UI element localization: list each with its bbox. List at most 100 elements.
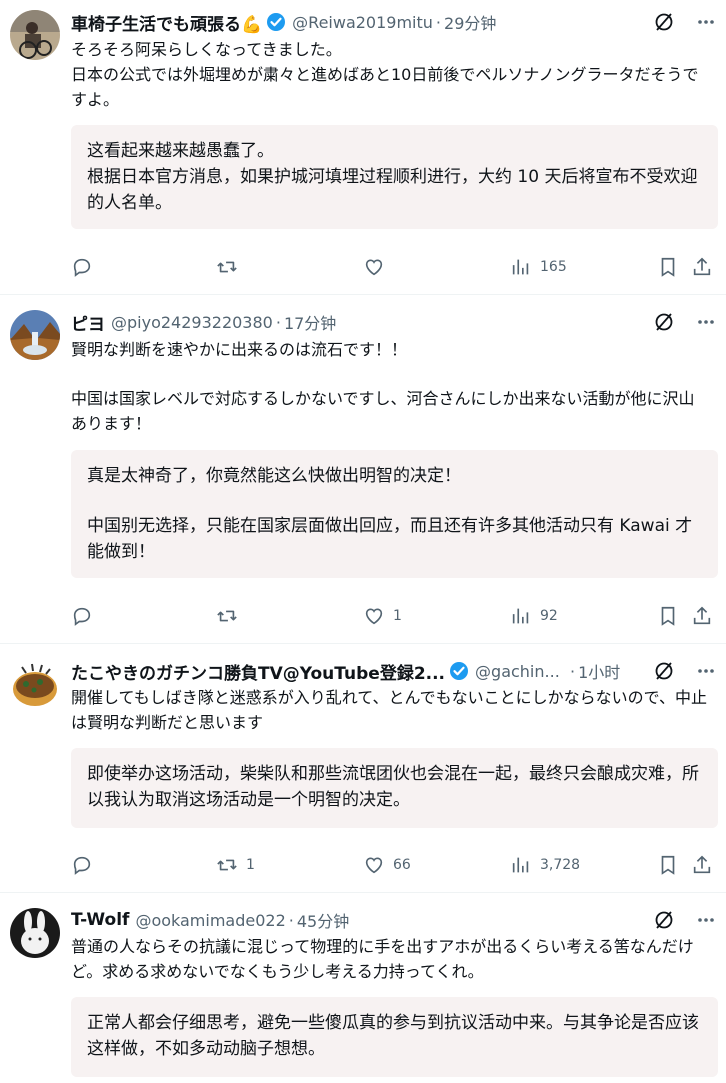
avatar[interactable] bbox=[10, 659, 60, 709]
views-count: 165 bbox=[540, 259, 567, 275]
reply-icon bbox=[73, 258, 91, 277]
more-options-icon[interactable] bbox=[696, 661, 716, 685]
separator-dot: · bbox=[275, 312, 281, 332]
author-handle[interactable]: @ookamimade022 bbox=[135, 911, 285, 930]
action-bar: 165 bbox=[71, 254, 712, 280]
retweet-icon bbox=[217, 610, 237, 622]
heart-icon bbox=[365, 857, 383, 874]
tweet-3[interactable]: たこやきのガチンコ勝負TV@YouTube登録2... @gachin... ·… bbox=[0, 644, 726, 892]
avatar[interactable] bbox=[10, 310, 60, 360]
views-count: 3,728 bbox=[540, 857, 581, 873]
tweet-text-line: そろそろ阿呆らしくなってきました。 bbox=[71, 40, 342, 59]
grok-icon[interactable] bbox=[654, 910, 674, 934]
like-count: 1 bbox=[393, 608, 402, 624]
reply-button[interactable] bbox=[71, 852, 101, 878]
timestamp[interactable]: 17分钟 bbox=[284, 310, 336, 334]
views-button[interactable]: 92 bbox=[510, 603, 558, 629]
retweet-icon bbox=[217, 859, 237, 871]
translation-line: 这看起来越来越愚蠢了。 bbox=[87, 141, 274, 161]
timestamp[interactable]: 1小时 bbox=[578, 659, 620, 683]
like-button[interactable]: 66 bbox=[363, 852, 411, 878]
tweet-text-line: 賢明な判断を速やかに出来るのは流石です！！ bbox=[71, 340, 408, 359]
translation-box: 即使举办这场活动，柴柴队和那些流氓团伙也会混在一起，最终只会酿成灾难，所以我认为… bbox=[71, 748, 718, 828]
reply-icon bbox=[73, 607, 91, 626]
share-icon bbox=[693, 257, 711, 276]
like-button[interactable] bbox=[363, 254, 393, 280]
translation-line: 正常人都会仔细思考，避免一些傻瓜真的参与到抗议活动中来。与其争论是否应该这样做，… bbox=[87, 1013, 699, 1059]
verified-badge-icon bbox=[449, 661, 469, 681]
tweet-text: 賢明な判断を速やかに出来るのは流石です！！ 中国は国家レベルで対応するしかないで… bbox=[71, 337, 710, 436]
share-button[interactable] bbox=[691, 603, 713, 629]
tweet-text: 普通の人ならその抗議に混じって物理的に手を出すアホが出るくらい考える筈なんだけど… bbox=[71, 934, 710, 984]
retweet-icon bbox=[217, 261, 237, 273]
retweet-button[interactable]: 1 bbox=[216, 852, 255, 878]
reply-button[interactable] bbox=[71, 603, 101, 629]
tweet-4[interactable]: T-Wolf @ookamimade022 · 45分钟 普通の人ならその抗議に… bbox=[0, 893, 726, 1083]
author-handle[interactable]: @gachin... bbox=[475, 662, 560, 681]
author-name[interactable]: T-Wolf bbox=[71, 910, 129, 930]
translation-line: 中国别无选择，只能在国家层面做出回应，而且还有许多其他活动只有 Kawai 才能… bbox=[87, 516, 693, 562]
tweet-2[interactable]: ピヨ @piyo24293220380 · 17分钟 賢明な判断を速やかに出来る… bbox=[0, 295, 726, 643]
bookmark-icon bbox=[661, 855, 675, 875]
timestamp[interactable]: 45分钟 bbox=[297, 908, 349, 932]
avatar[interactable] bbox=[10, 908, 60, 958]
avatar[interactable] bbox=[10, 10, 60, 60]
translation-line: 即使举办这场活动，柴柴队和那些流氓团伙也会混在一起，最终只会酿成灾难，所以我认为… bbox=[87, 764, 699, 810]
more-options-icon[interactable] bbox=[696, 312, 716, 336]
share-icon bbox=[693, 606, 711, 625]
share-icon bbox=[693, 855, 711, 874]
grok-icon[interactable] bbox=[654, 661, 674, 685]
tweet-text-line: 普通の人ならその抗議に混じって物理的に手を出すアホが出るくらい考える筈なんだけど… bbox=[71, 937, 694, 981]
tweet-text-line: 開催してもしばき隊と迷惑系が入り乱れて、とんでもないことにしかならないので、中止… bbox=[71, 688, 708, 732]
views-icon bbox=[512, 608, 529, 624]
tweet-text-line: 日本の公式では外堀埋めが粛々と進めばあと10日前後でペルソナノングラータだそうで… bbox=[71, 65, 699, 109]
like-count: 66 bbox=[393, 857, 411, 873]
action-bar: 1 66 3,728 bbox=[71, 852, 712, 878]
share-button[interactable] bbox=[691, 852, 713, 878]
more-options-icon[interactable] bbox=[696, 910, 716, 934]
bookmark-button[interactable] bbox=[657, 603, 679, 629]
separator-dot: · bbox=[570, 661, 576, 681]
retweet-button[interactable] bbox=[216, 603, 246, 629]
share-button[interactable] bbox=[691, 254, 713, 280]
author-handle[interactable]: @piyo24293220380 bbox=[111, 313, 273, 332]
more-options-icon[interactable] bbox=[696, 12, 716, 36]
grok-icon[interactable] bbox=[654, 12, 674, 36]
author-name[interactable]: 車椅子生活でも頑張る💪 bbox=[71, 10, 262, 35]
grok-icon[interactable] bbox=[654, 312, 674, 336]
like-button[interactable]: 1 bbox=[363, 603, 402, 629]
tweet-text-line: 中国は国家レベルで対応するしかないですし、河合さんにしか出来ない活動が他に沢山あ… bbox=[71, 389, 695, 433]
translation-box: 这看起来越来越愚蠢了。 根据日本官方消息，如果护城河填埋过程顺利进行，大约 10… bbox=[71, 125, 718, 229]
separator-dot: · bbox=[288, 910, 294, 930]
translation-box: 正常人都会仔细思考，避免一些傻瓜真的参与到抗议活动中来。与其争论是否应该这样做，… bbox=[71, 997, 718, 1077]
verified-badge-icon bbox=[266, 12, 286, 32]
heart-icon bbox=[365, 608, 383, 625]
bookmark-button[interactable] bbox=[657, 852, 679, 878]
separator-dot: · bbox=[435, 12, 442, 32]
author-name[interactable]: ピヨ bbox=[71, 310, 105, 335]
translation-line: 真是太神奇了，你竟然能这么快做出明智的决定！ bbox=[87, 466, 461, 486]
tweet-text: 開催してもしばき隊と迷惑系が入り乱れて、とんでもないことにしかならないので、中止… bbox=[71, 685, 710, 735]
retweet-button[interactable] bbox=[216, 254, 246, 280]
tweet-1[interactable]: 車椅子生活でも頑張る💪 @Reiwa2019mitu · 29分钟 そろそろ阿呆… bbox=[0, 0, 726, 294]
views-button[interactable]: 3,728 bbox=[510, 852, 580, 878]
author-name[interactable]: たこやきのガチンコ勝負TV@YouTube登録2... bbox=[71, 659, 445, 684]
translation-box: 真是太神奇了，你竟然能这么快做出明智的决定！ 中国别无选择，只能在国家层面做出回… bbox=[71, 450, 718, 578]
views-count: 92 bbox=[540, 608, 558, 624]
views-button[interactable]: 165 bbox=[510, 254, 567, 280]
bookmark-icon bbox=[661, 606, 675, 626]
reply-icon bbox=[73, 856, 91, 875]
heart-icon bbox=[365, 259, 383, 276]
author-handle[interactable]: @Reiwa2019mitu bbox=[292, 13, 433, 32]
translation-line: 根据日本官方消息，如果护城河填埋过程顺利进行，大约 10 天后将宣布不受欢迎的人… bbox=[87, 167, 698, 213]
views-icon bbox=[512, 259, 529, 275]
tweet-text: そろそろ阿呆らしくなってきました。 日本の公式では外堀埋めが粛々と進めばあと10… bbox=[71, 37, 710, 112]
reply-button[interactable] bbox=[71, 254, 101, 280]
bookmark-icon bbox=[661, 257, 675, 277]
views-icon bbox=[512, 857, 529, 873]
bookmark-button[interactable] bbox=[657, 254, 679, 280]
retweet-count: 1 bbox=[246, 857, 255, 873]
timestamp[interactable]: 29分钟 bbox=[444, 10, 496, 34]
